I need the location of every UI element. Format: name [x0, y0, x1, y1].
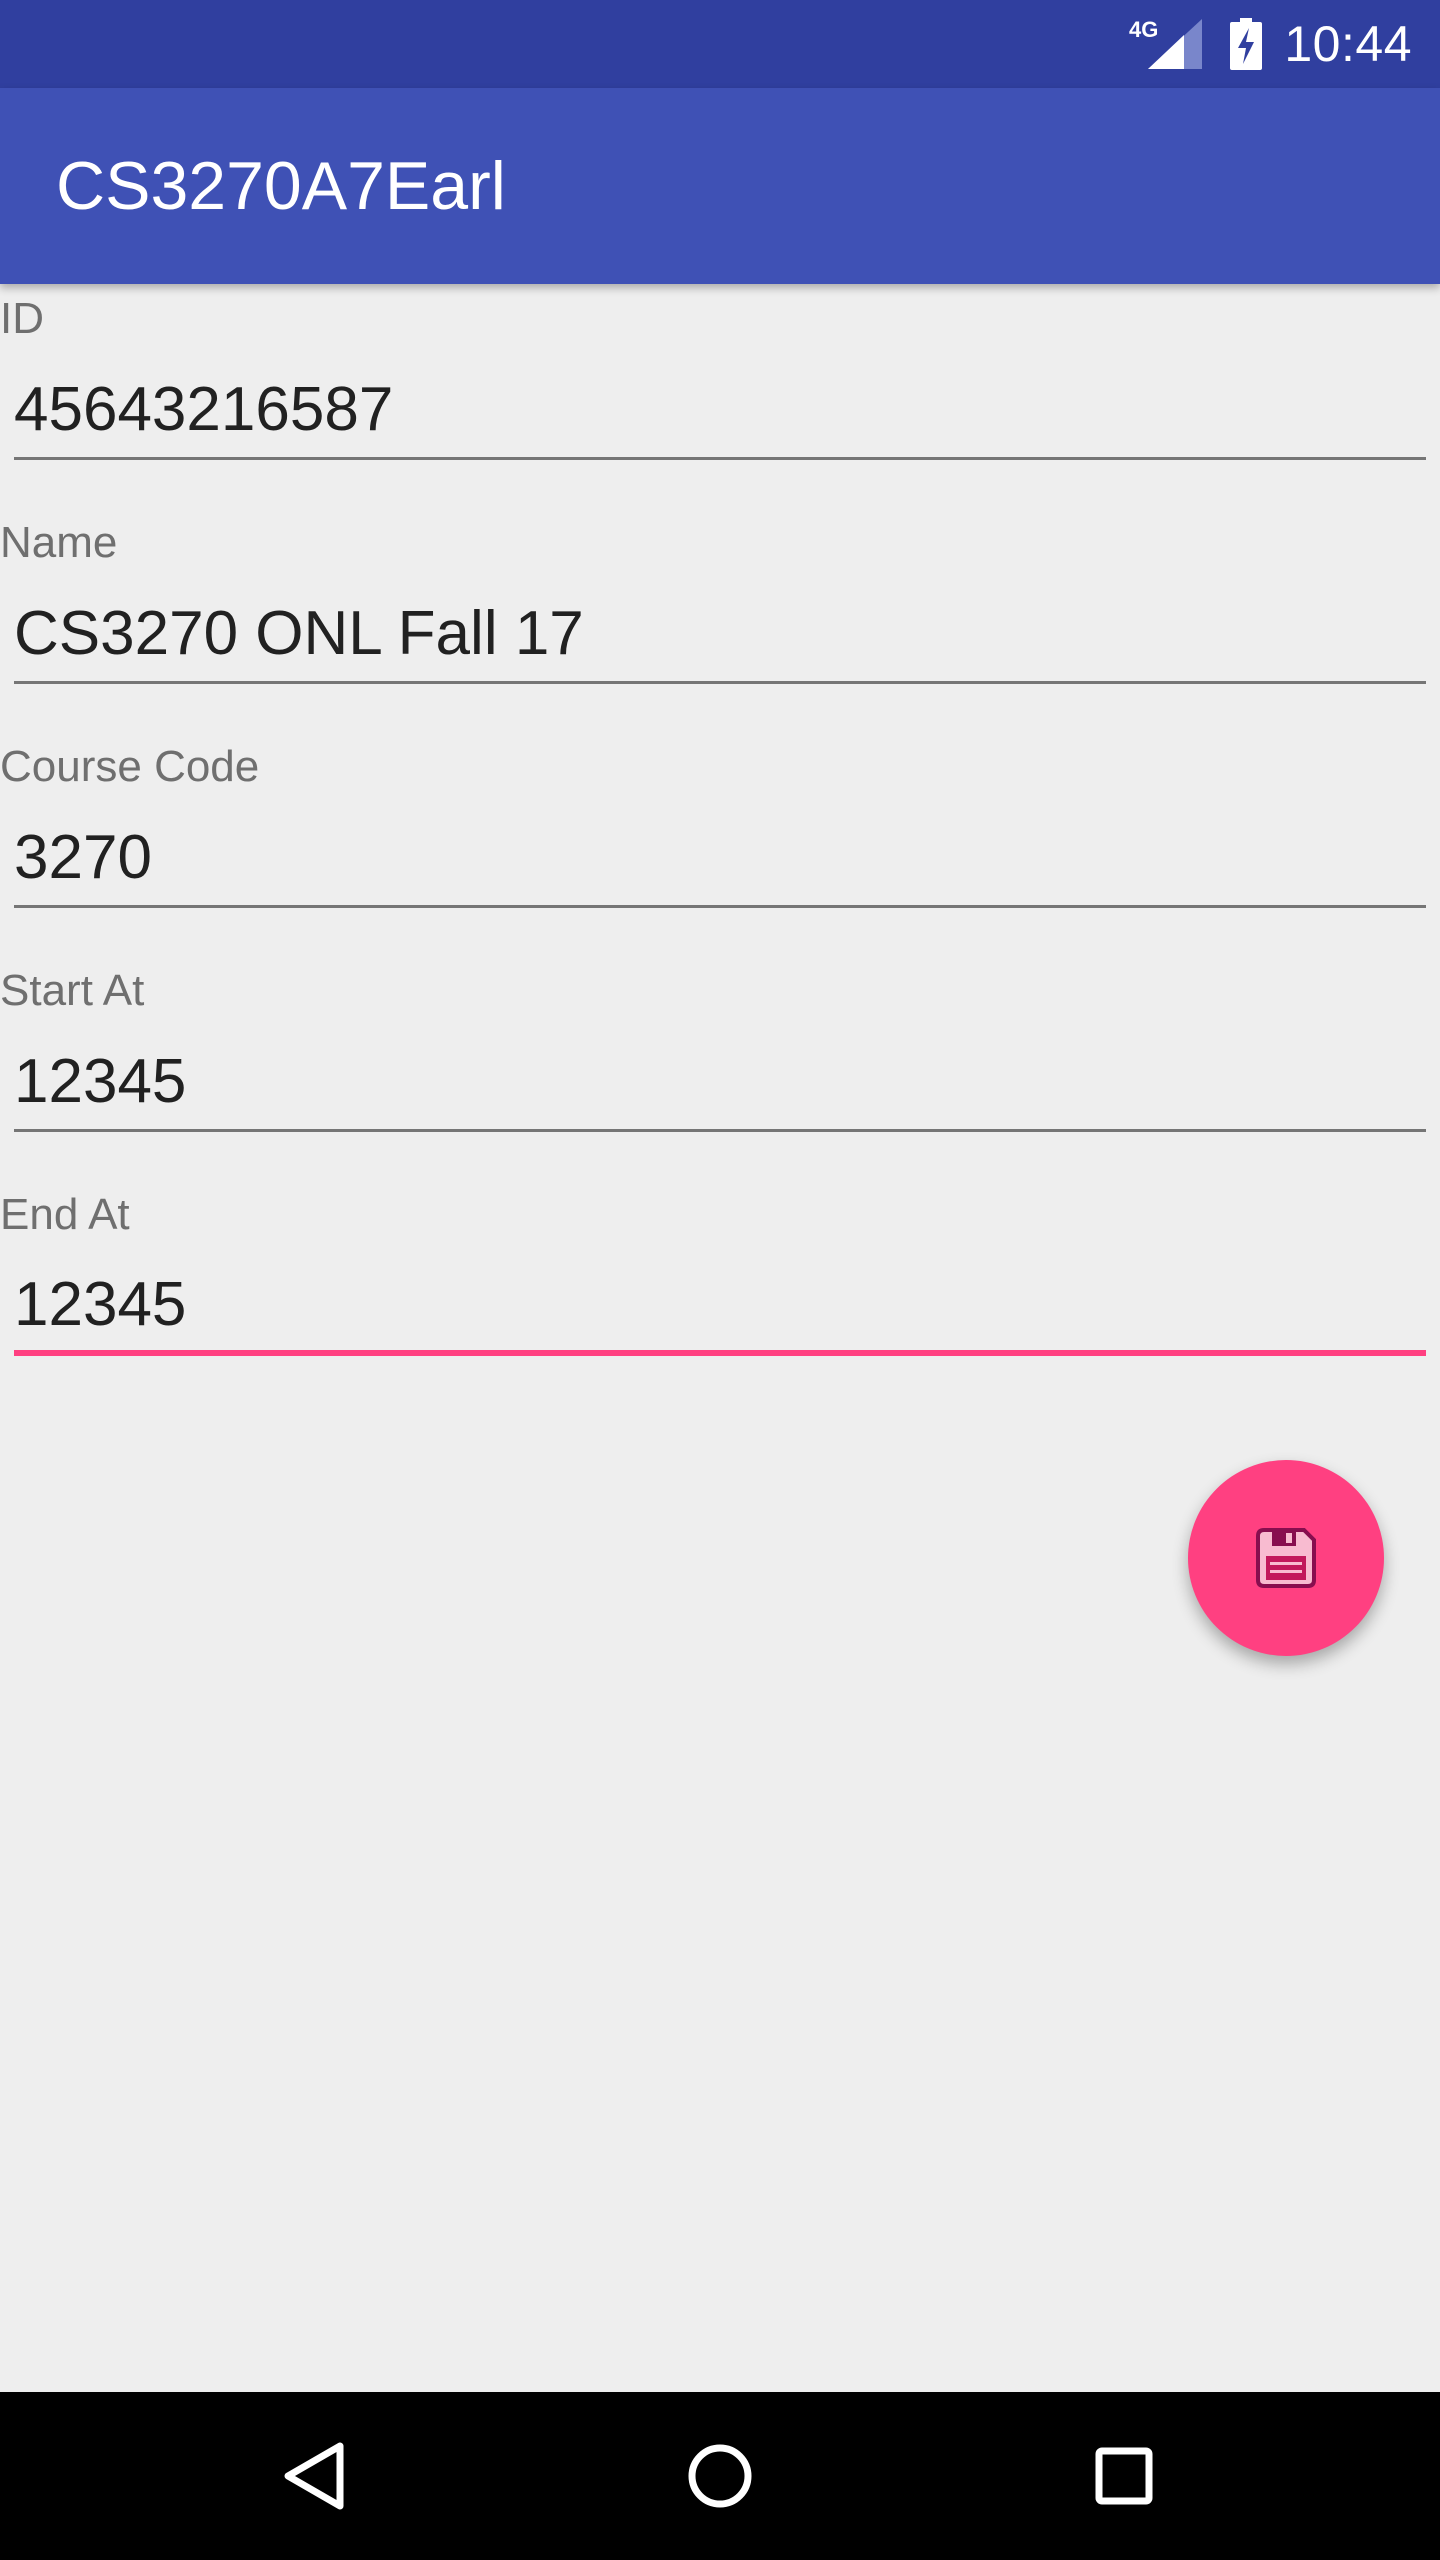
home-button[interactable] — [636, 2392, 804, 2560]
save-button[interactable] — [1188, 1460, 1384, 1656]
app-bar: CS3270A7Earl — [0, 88, 1440, 284]
back-icon — [284, 2442, 344, 2510]
status-bar: 4G 10:44 — [0, 0, 1440, 88]
start-at-input[interactable] — [14, 1034, 1426, 1132]
recents-icon — [1095, 2447, 1153, 2505]
recents-button[interactable] — [1040, 2392, 1208, 2560]
navigation-bar — [0, 2392, 1440, 2560]
field-course-code: Course Code — [0, 732, 1440, 956]
network-type-label: 4G — [1129, 17, 1159, 42]
save-icon — [1256, 1528, 1316, 1588]
field-end-at: End At — [0, 1180, 1440, 1404]
field-label-course-code: Course Code — [0, 742, 260, 791]
field-label-name: Name — [0, 518, 118, 567]
field-start-at: Start At — [0, 956, 1440, 1180]
name-input[interactable] — [14, 586, 1426, 684]
course-form: ID Name Course Code Start At End At — [0, 284, 1440, 1404]
status-icons: 4G 10:44 — [1129, 0, 1412, 88]
field-name: Name — [0, 508, 1440, 732]
clock: 10:44 — [1284, 16, 1412, 72]
field-label-end-at: End At — [0, 1190, 130, 1239]
end-at-input[interactable] — [14, 1258, 1426, 1356]
battery-charging-icon — [1230, 18, 1263, 70]
field-label-start-at: Start At — [0, 966, 145, 1015]
id-input[interactable] — [14, 362, 1426, 460]
app-title: CS3270A7Earl — [56, 148, 506, 224]
field-label-id: ID — [0, 294, 44, 343]
field-id: ID — [0, 284, 1440, 508]
back-button[interactable] — [230, 2392, 398, 2560]
course-code-input[interactable] — [14, 810, 1426, 908]
home-icon — [688, 2444, 752, 2508]
